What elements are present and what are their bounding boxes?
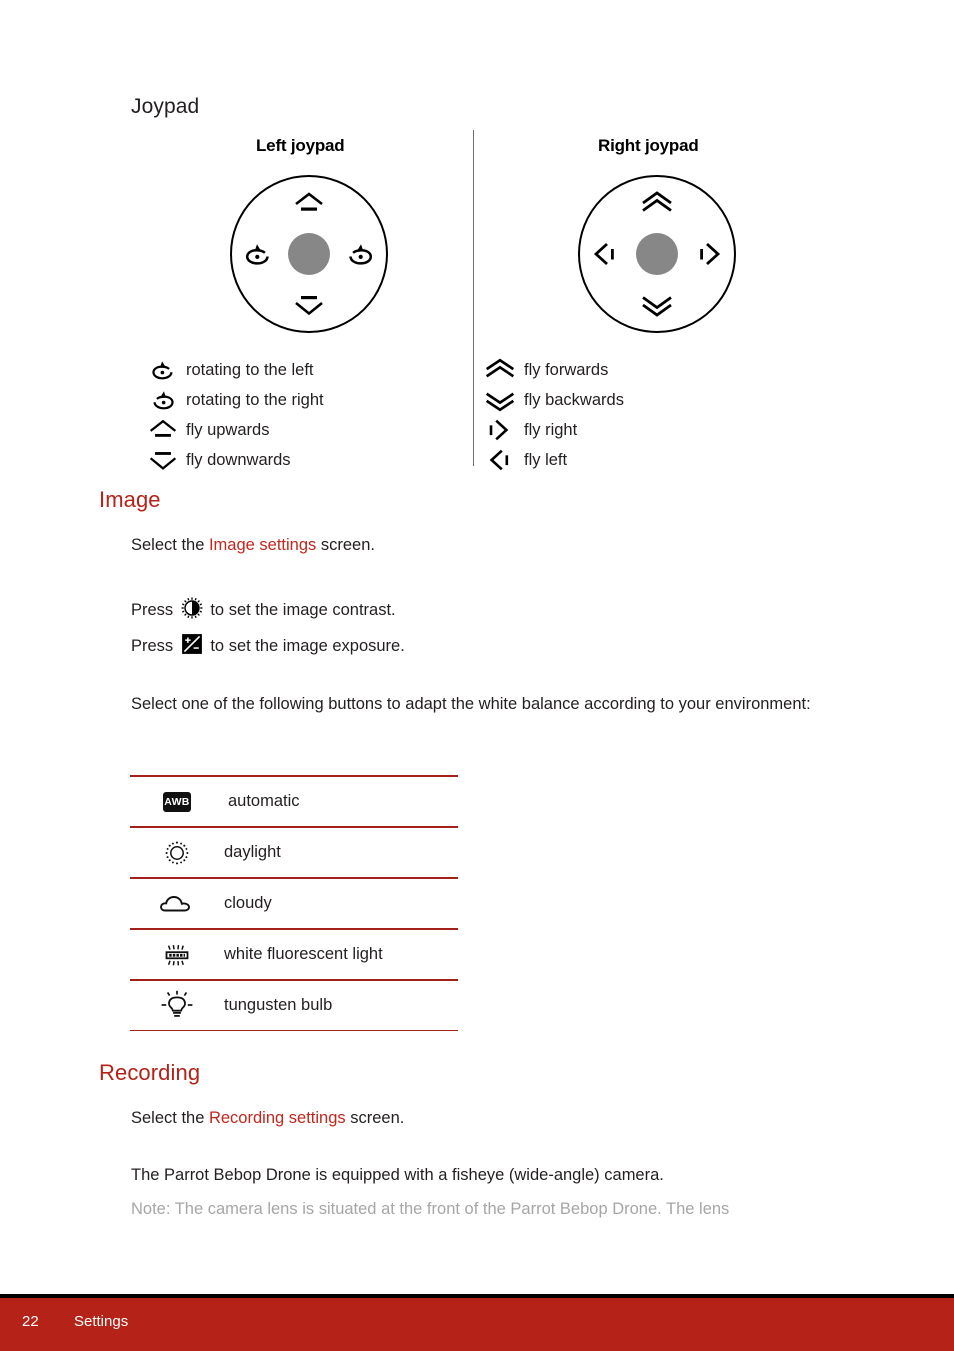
recording-settings-link[interactable]: Recording settings [209,1109,346,1127]
recording-select-paragraph: Select the Recording settings screen. [131,1104,404,1133]
table-row-label: daylight [224,843,281,861]
rotate-right-icon[interactable] [342,237,378,271]
table-row[interactable]: white fluorescent light [130,930,458,979]
rotate-left-icon[interactable] [240,237,276,271]
document-page: Joypad Left joypad Right joypad rotating… [0,0,954,1351]
legend-label: fly right [524,420,578,439]
awb-icon[interactable]: AWB [130,777,224,826]
table-row[interactable]: daylight [130,828,458,877]
legend-label: fly backwards [524,390,624,409]
contrast-icon[interactable] [181,597,203,619]
legend-item: fly left [484,445,624,475]
right-joypad-hub[interactable] [636,233,678,275]
joypad-diagram-area: Left joypad Right joypad rotating to the… [0,130,954,480]
legend-label: fly left [524,450,568,469]
image-select-paragraph: Select the Image settings screen. [131,531,375,560]
footer-page-number: 22 [22,1313,39,1330]
text-prefix: Select the [131,1109,209,1127]
recording-section-heading: Recording [99,1060,201,1085]
page-footer: 22 Settings [0,1298,954,1351]
image-settings-link[interactable]: Image settings [209,536,316,554]
table-rule [130,1030,458,1031]
cloudy-icon[interactable] [130,879,224,928]
legend-label: fly downwards [186,450,291,469]
table-row[interactable]: tungusten bulb [130,981,458,1030]
fly-right-icon [484,417,524,443]
table-row[interactable]: AWB automatic [130,777,458,826]
text-prefix: Press [131,637,178,655]
legend-item: rotating to the left [148,355,324,385]
fly-downwards-icon[interactable] [290,289,328,319]
recording-note: Note: The camera lens is situated at the… [131,1200,730,1218]
left-joypad-title: Left joypad [256,136,345,155]
left-joypad-dial[interactable] [230,175,388,333]
fly-backwards-icon[interactable] [638,289,676,319]
legend-item: fly forwards [484,355,624,385]
table-row-label: white fluorescent light [224,945,383,963]
left-joypad-legend: rotating to the left rotating to the rig… [148,355,324,475]
right-joypad-title: Right joypad [598,136,699,155]
white-balance-intro: Select one of the following buttons to a… [131,695,811,713]
table-row-label: tungusten bulb [224,996,333,1014]
tungsten-icon[interactable] [130,981,224,1030]
legend-item: fly right [484,415,624,445]
footer-section-label: Settings [74,1313,129,1330]
fly-right-icon[interactable] [690,237,726,271]
legend-label: rotating to the left [186,360,314,379]
rotate-left-icon [148,357,186,383]
recording-body-paragraph: The Parrot Bebop Drone is equipped with … [131,1166,664,1184]
legend-item: fly backwards [484,385,624,415]
rotate-right-icon [148,387,186,413]
fly-left-icon [484,447,524,473]
text-prefix: Select the [131,536,209,554]
fly-upwards-icon[interactable] [290,189,328,219]
table-row-label: cloudy [224,894,272,912]
fly-forwards-icon [484,357,524,383]
joypad-heading: Joypad [131,95,200,118]
text-suffix: to set the image contrast. [205,601,396,619]
joypad-divider [473,130,474,466]
exposure-icon[interactable] [181,634,202,654]
fly-downwards-icon [148,447,186,473]
legend-label: fly upwards [186,420,270,439]
left-joypad-hub[interactable] [288,233,330,275]
daylight-icon[interactable] [130,828,224,877]
fly-forwards-icon[interactable] [638,189,676,219]
legend-label: rotating to the right [186,390,324,409]
fly-backwards-icon [484,387,524,413]
table-row[interactable]: cloudy [130,879,458,928]
text-suffix: screen. [316,536,375,554]
fly-left-icon[interactable] [588,237,624,271]
awb-icon-label: AWB [163,791,191,812]
right-joypad-legend: fly forwards fly backwards fly right fly… [484,355,624,475]
white-balance-table: AWB automatic daylight cloudy white fluo… [130,775,458,1031]
legend-item: rotating to the right [148,385,324,415]
legend-label: fly forwards [524,360,609,379]
fluorescent-icon[interactable] [130,930,224,979]
exposure-instruction: Press to set the image exposure. [131,632,405,661]
table-row-label: automatic [228,792,300,810]
image-section-heading: Image [99,487,161,512]
right-joypad-dial[interactable] [578,175,736,333]
text-suffix: to set the image exposure. [205,637,405,655]
fly-upwards-icon [148,417,186,443]
legend-item: fly downwards [148,445,324,475]
contrast-instruction: Press to set the image contrast. [131,596,396,625]
text-suffix: screen. [345,1109,405,1127]
legend-item: fly upwards [148,415,324,445]
text-prefix: Press [131,601,178,619]
